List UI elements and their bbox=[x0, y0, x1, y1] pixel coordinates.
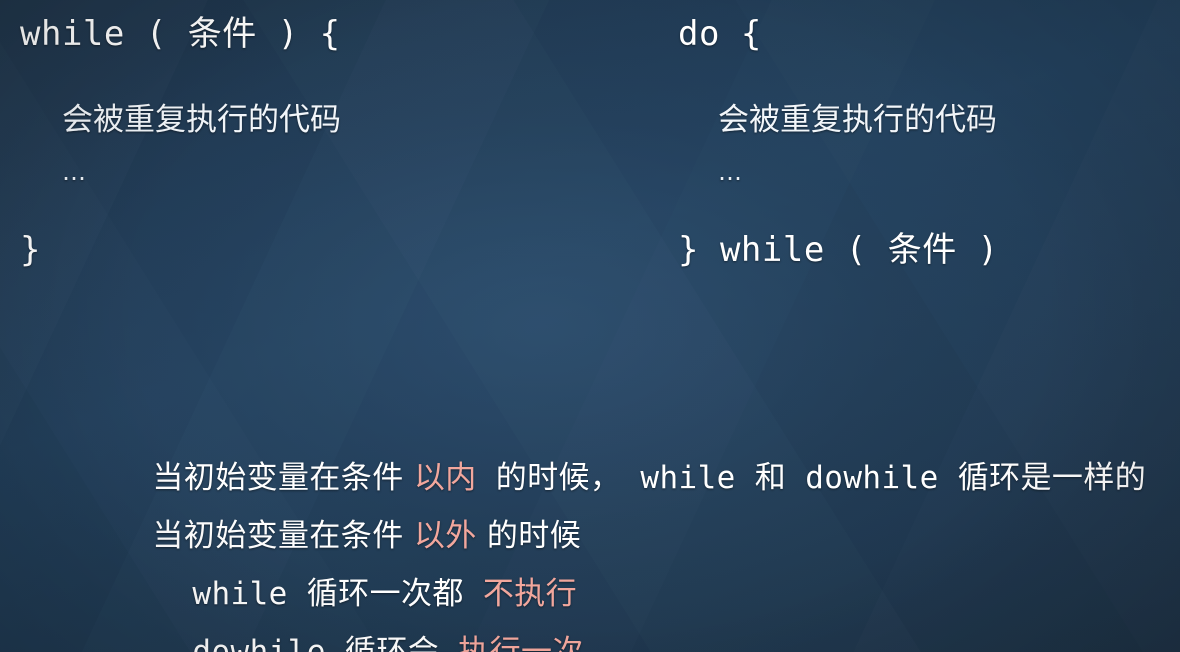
summary-line-4-highlight: 执行一次 bbox=[458, 634, 584, 652]
slide-canvas: while ( 条件 ) { 会被重复执行的代码 … } do { 会被重复执行… bbox=[0, 0, 1180, 652]
summary-line-4: dowhile 循环会 执行一次 bbox=[78, 592, 584, 652]
summary-text-block: 当初始变量在条件 以内 的时候， while 和 dowhile 循环是一样的 … bbox=[0, 0, 1180, 652]
summary-line-4-prefix: dowhile 循环会 bbox=[192, 634, 459, 652]
